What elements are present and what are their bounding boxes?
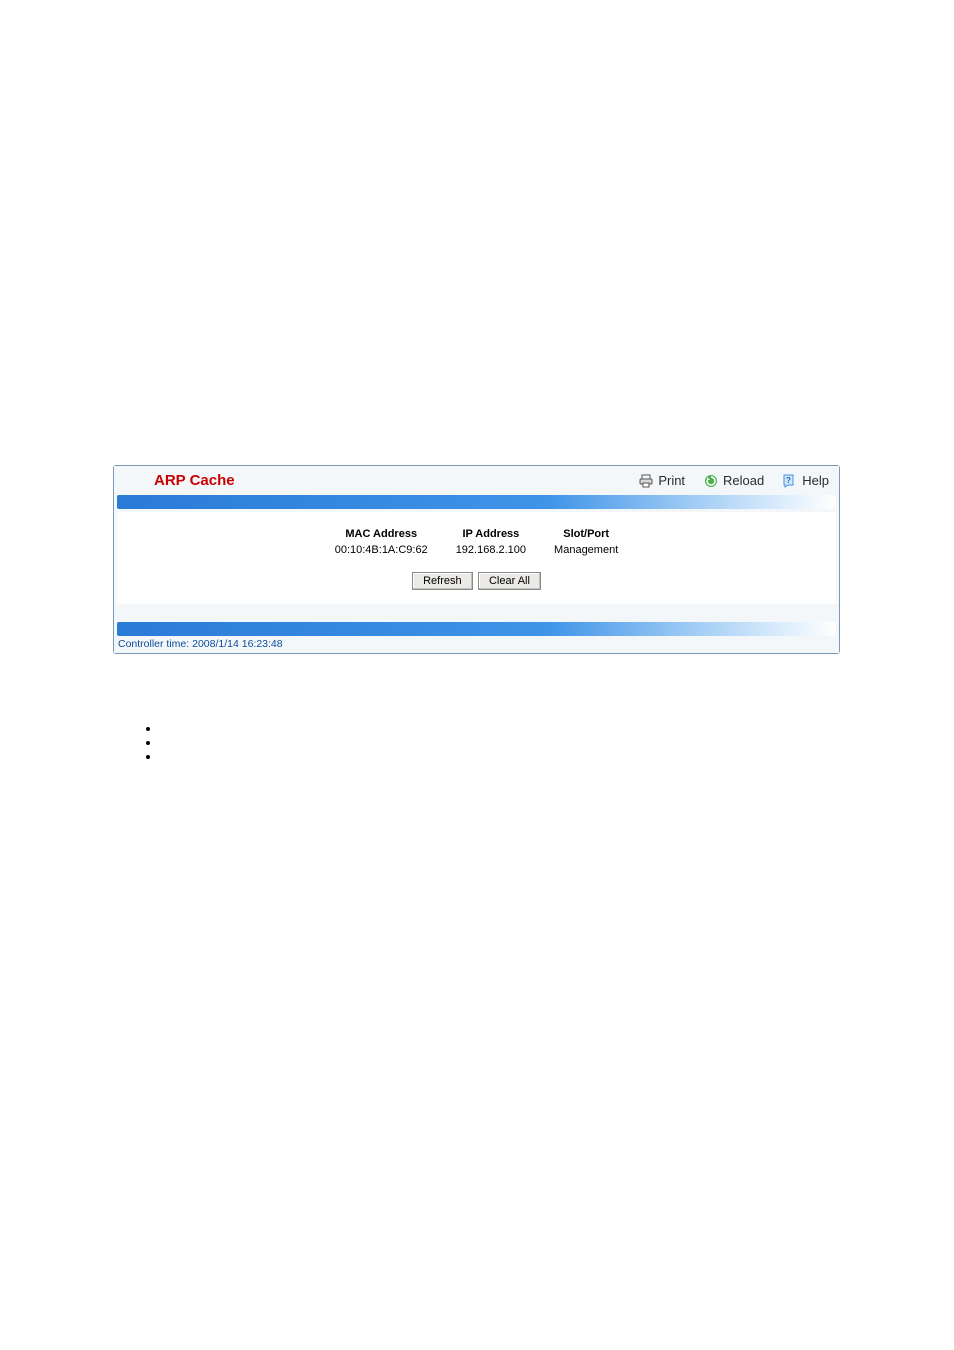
refresh-button[interactable]: Refresh: [412, 572, 473, 590]
cell-slot: Management: [540, 542, 632, 558]
controller-time: Controller time: 2008/1/14 16:23:48: [114, 636, 839, 653]
svg-text:?: ?: [786, 476, 791, 485]
bullet-list: [140, 716, 954, 758]
help-icon: ?: [782, 473, 798, 489]
cell-mac: 00:10:4B:1A:C9:62: [321, 542, 442, 558]
table-row: 00:10:4B:1A:C9:62 192.168.2.100 Manageme…: [321, 542, 633, 558]
cell-ip: 192.168.2.100: [442, 542, 540, 558]
arp-table: MAC Address IP Address Slot/Port 00:10:4…: [321, 526, 633, 558]
table-header-row: MAC Address IP Address Slot/Port: [321, 526, 633, 542]
page-title: ARP Cache: [154, 472, 235, 489]
print-button[interactable]: Print: [638, 473, 685, 489]
decorative-bar-bottom: [117, 622, 836, 636]
reload-icon: [703, 473, 719, 489]
list-item: [160, 730, 954, 744]
decorative-bar-top: [117, 495, 836, 509]
content-area: MAC Address IP Address Slot/Port 00:10:4…: [117, 512, 836, 604]
help-label: Help: [802, 473, 829, 488]
clear-all-button[interactable]: Clear All: [478, 572, 541, 590]
button-row: Refresh Clear All: [127, 572, 826, 590]
list-item: [160, 744, 954, 758]
col-mac: MAC Address: [321, 526, 442, 542]
arp-cache-panel: ARP Cache Print: [113, 465, 840, 654]
col-slot: Slot/Port: [540, 526, 632, 542]
panel-header: ARP Cache Print: [114, 466, 839, 495]
print-label: Print: [658, 473, 685, 488]
list-item: [160, 716, 954, 730]
print-icon: [638, 473, 654, 489]
col-ip: IP Address: [442, 526, 540, 542]
reload-button[interactable]: Reload: [703, 473, 764, 489]
help-button[interactable]: ? Help: [782, 473, 829, 489]
reload-label: Reload: [723, 473, 764, 488]
